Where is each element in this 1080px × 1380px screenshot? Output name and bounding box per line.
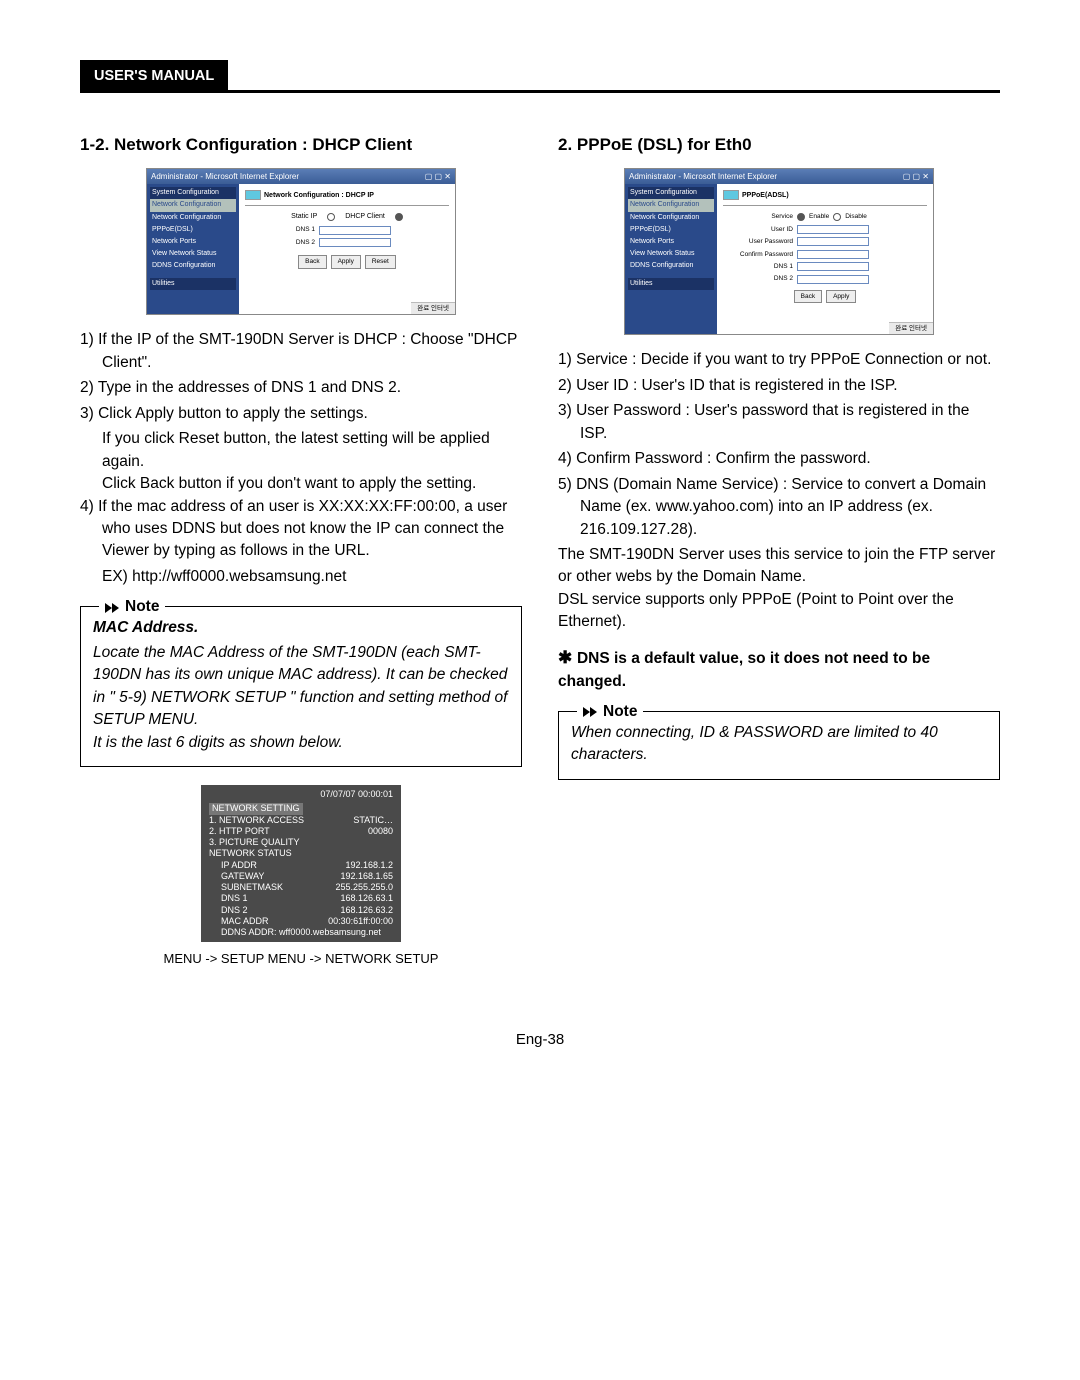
header-rule [228,90,1000,93]
sidebar-item: Network Ports [628,236,714,248]
sidebar-group: Utilities [628,278,714,290]
sidebar-group: Utilities [150,278,236,290]
sidebar-group: System Configuration [150,187,236,199]
osd-caption: MENU -> SETUP MENU -> NETWORK SETUP [80,950,522,969]
paragraph: DSL service supports only PPPoE (Point t… [558,589,1000,634]
sidebar-group: System Configuration [628,187,714,199]
dhcp-screenshot: Administrator - Microsoft Internet Explo… [146,168,456,316]
back-button: Back [298,255,326,268]
right-title: 2. PPPoE (DSL) for Eth0 [558,133,1000,158]
sidebar-group-active: Network Configuration [628,199,714,211]
list-item: 3) User Password : User's password that … [558,400,1000,445]
list-sub: EX) http://wff0000.websamsung.net [80,566,522,588]
note-box: Note When connecting, ID & PASSWORD are … [558,711,1000,780]
list-sub: If you click Reset button, the latest se… [80,428,522,473]
osd-section: NETWORK STATUS [209,848,393,859]
paragraph: The SMT-190DN Server uses this service t… [558,544,1000,589]
note-body: When connecting, ID & PASSWORD are limit… [571,722,987,767]
list-item: 1) If the IP of the SMT-190DN Server is … [80,329,522,374]
list-item: 1) Service : Decide if you want to try P… [558,349,1000,371]
radio-dhcp: DHCP Client [345,212,385,222]
list-sub: Click Back button if you don't want to a… [80,473,522,495]
status-footer: 완료 인터넷 [411,302,455,314]
right-column: 2. PPPoE (DSL) for Eth0 Administrator - … [558,133,1000,969]
sidebar-item: View Network Status [150,248,236,260]
apply-button: Apply [331,255,361,268]
header: USER'S MANUAL [80,60,1000,93]
sidebar-item: PPPoE(DSL) [628,224,714,236]
note-icon [583,707,599,717]
sidebar-item: Network Configuration [150,212,236,224]
note-box: Note MAC Address. Locate the MAC Address… [80,606,522,767]
reset-button: Reset [365,255,396,268]
note-legend: Note [577,701,643,723]
list-item: 4) If the mac address of an user is XX:X… [80,496,522,563]
window-controls: ▢ ▢ ✕ [425,171,451,183]
bold-note: ✱ DNS is a default value, so it does not… [558,646,1000,693]
panel-title: Network Configuration : DHCP IP [264,192,374,199]
osd-panel: 07/07/07 00:00:01 NETWORK SETTING 1. NET… [201,785,401,942]
sidebar-item: DDNS Configuration [628,260,714,272]
list-item: 3) Click Apply button to apply the setti… [80,403,522,425]
field-label: DNS 2 [245,238,315,247]
osd-timestamp: 07/07/07 00:00:01 [209,789,393,800]
page-number: Eng-38 [80,1029,1000,1051]
note-title: Note [125,596,159,618]
note-subtitle: MAC Address. [93,617,509,639]
note-body: Locate the MAC Address of the SMT-190DN … [93,642,509,754]
window-controls: ▢ ▢ ✕ [903,171,929,183]
left-title: 1-2. Network Configuration : DHCP Client [80,133,522,158]
window-title: Administrator - Microsoft Internet Explo… [151,171,299,183]
list-item: 5) DNS (Domain Name Service) : Service t… [558,474,1000,541]
apply-button: Apply [826,290,856,303]
sidebar-item: View Network Status [628,248,714,260]
list-item: 4) Confirm Password : Confirm the passwo… [558,448,1000,470]
radio-static: Static IP [291,212,317,222]
sidebar-item: DDNS Configuration [150,260,236,272]
header-tab: USER'S MANUAL [80,60,228,93]
sidebar-item: PPPoE(DSL) [150,224,236,236]
left-column: 1-2. Network Configuration : DHCP Client… [80,133,522,969]
note-icon [105,603,121,613]
sidebar-item: Network Ports [150,236,236,248]
list-item: 2) Type in the addresses of DNS 1 and DN… [80,377,522,399]
field-label: DNS 1 [245,225,315,234]
sidebar-group-active: Network Configuration [150,199,236,211]
panel-title: PPPoE(ADSL) [742,192,789,199]
list-item: 2) User ID : User's ID that is registere… [558,375,1000,397]
note-title: Note [603,701,637,723]
sidebar-item: Network Configuration [628,212,714,224]
osd-section: NETWORK SETTING [209,803,303,814]
back-button: Back [794,290,822,303]
pppoe-screenshot: Administrator - Microsoft Internet Explo… [624,168,934,336]
note-legend: Note [99,596,165,618]
status-footer: 완료 인터넷 [889,322,933,334]
window-title: Administrator - Microsoft Internet Explo… [629,171,777,183]
